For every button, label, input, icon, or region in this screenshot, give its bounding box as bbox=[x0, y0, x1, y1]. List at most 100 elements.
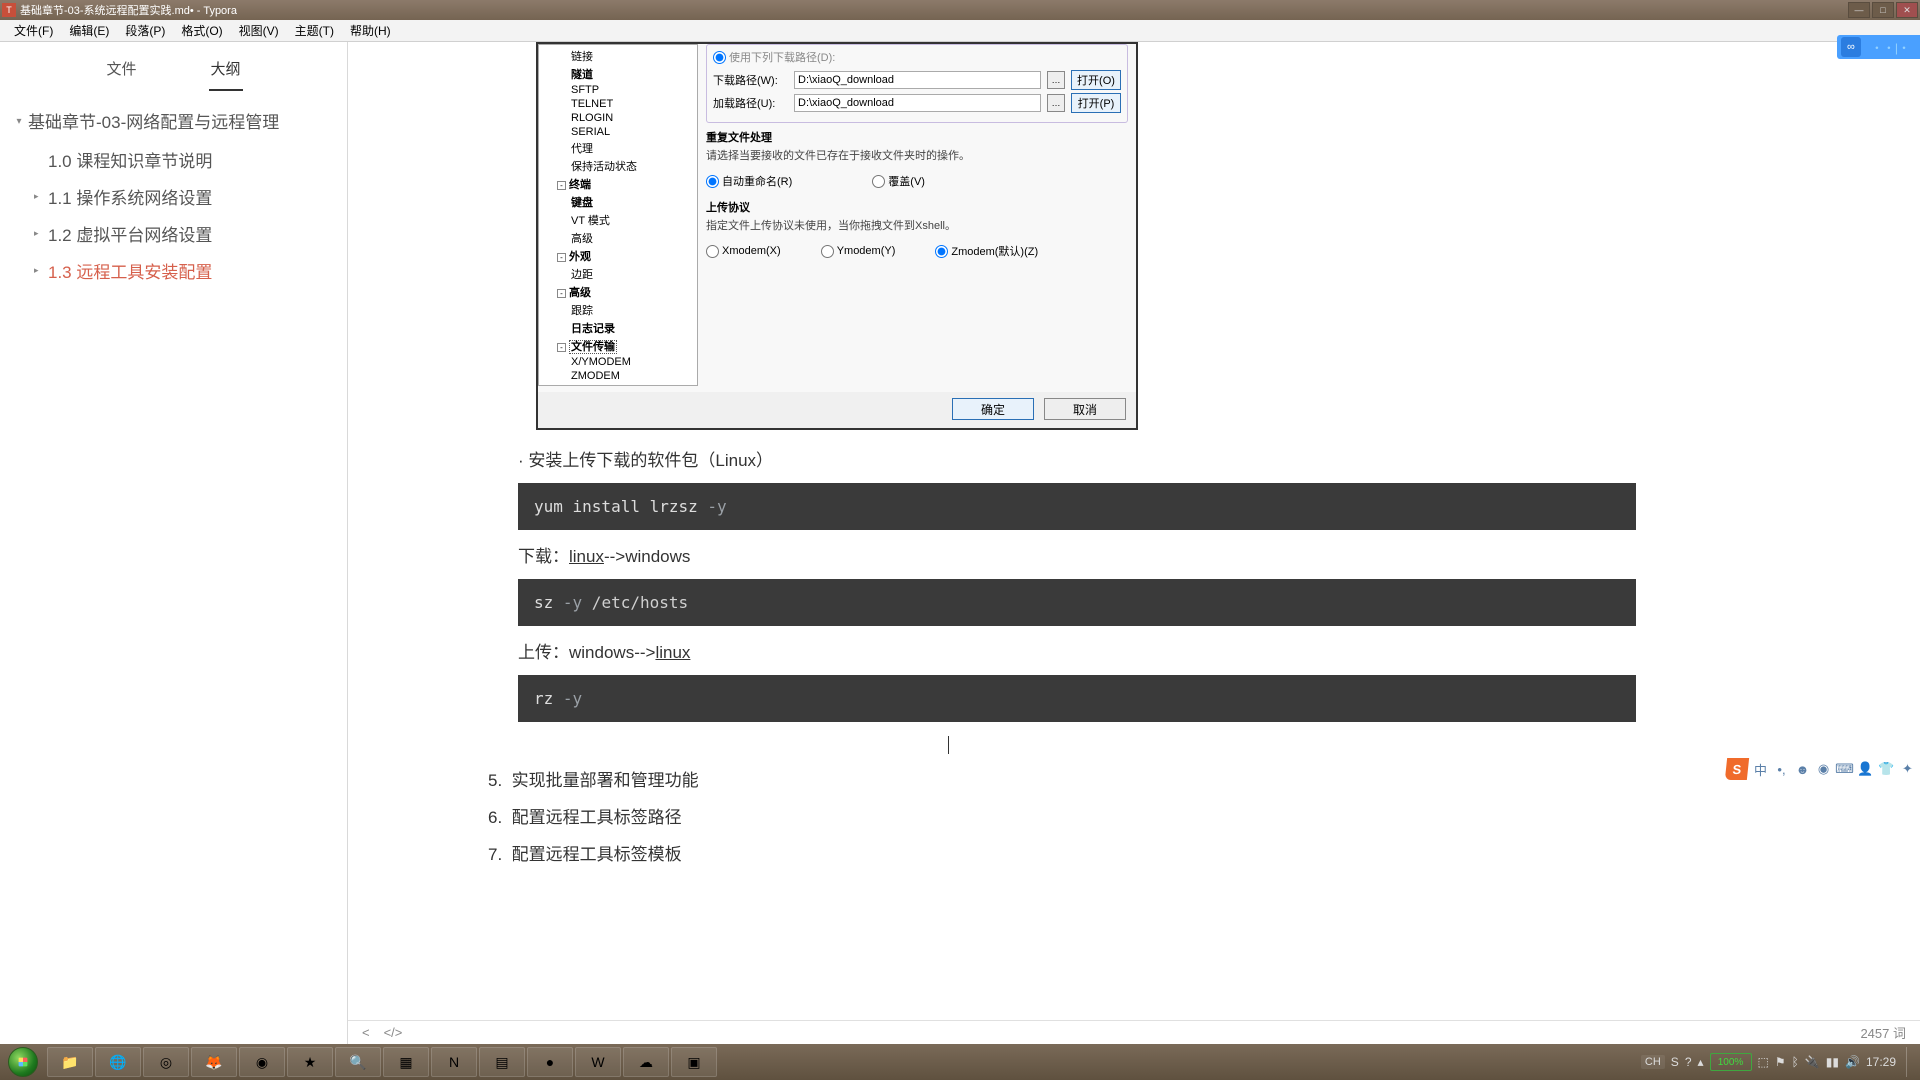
collapse-icon[interactable]: - bbox=[557, 289, 566, 298]
menu-help[interactable]: 帮助(H) bbox=[342, 20, 399, 41]
tree-node[interactable]: RLOGIN bbox=[539, 111, 697, 125]
sogou-logo-icon[interactable]: S bbox=[1725, 758, 1749, 780]
collapse-icon[interactable]: - bbox=[557, 181, 566, 190]
tray-battery[interactable]: 100% bbox=[1710, 1053, 1752, 1071]
ime-skin-icon[interactable]: 👕 bbox=[1878, 761, 1895, 778]
tray-power-icon[interactable]: 🔌 bbox=[1805, 1055, 1820, 1069]
tray-sogou-icon[interactable]: S bbox=[1671, 1055, 1679, 1069]
tree-node[interactable]: ZMODEM bbox=[539, 369, 697, 383]
taskbar-app3[interactable]: ▤ bbox=[479, 1047, 525, 1077]
tray-lang[interactable]: CH bbox=[1641, 1055, 1665, 1069]
radio-xmodem[interactable]: Xmodem(X) bbox=[706, 243, 781, 259]
ime-tool-icon[interactable]: ✦ bbox=[1899, 761, 1916, 778]
tray-volume-icon[interactable]: 🔊 bbox=[1845, 1055, 1860, 1069]
taskbar-app5[interactable]: ▣ bbox=[671, 1047, 717, 1077]
word-count[interactable]: 2457 词 bbox=[1860, 1023, 1906, 1042]
menu-theme[interactable]: 主题(T) bbox=[287, 20, 342, 41]
taskbar-browser[interactable]: ◎ bbox=[143, 1047, 189, 1077]
radio-ymodem[interactable]: Ymodem(Y) bbox=[821, 243, 896, 259]
close-button[interactable]: ✕ bbox=[1896, 2, 1918, 18]
tree-node[interactable]: 高级 bbox=[539, 229, 697, 247]
tree-node[interactable]: 隧道 bbox=[539, 65, 697, 83]
open-upload-button[interactable]: 打开(P) bbox=[1071, 93, 1121, 113]
radio-auto-rename[interactable]: 自动重命名(R) bbox=[706, 173, 792, 189]
nav-back-button[interactable]: < bbox=[362, 1025, 370, 1040]
radio-zmodem[interactable]: Zmodem(默认)(Z) bbox=[935, 243, 1038, 259]
tree-node[interactable]: 日志记录 bbox=[539, 319, 697, 337]
tab-file[interactable]: 文件 bbox=[104, 54, 138, 91]
menu-view[interactable]: 视图(V) bbox=[231, 20, 287, 41]
outline-item-1-0[interactable]: 1.0 课程知识章节说明 bbox=[10, 141, 337, 178]
taskbar-onenote[interactable]: N bbox=[431, 1047, 477, 1077]
tree-node[interactable]: SERIAL bbox=[539, 125, 697, 139]
outline-item-1-2[interactable]: ▸ 1.2 虚拟平台网络设置 bbox=[10, 215, 337, 252]
ok-button[interactable]: 确定 bbox=[952, 398, 1034, 420]
tray-bluetooth-icon[interactable]: ᛒ bbox=[1792, 1055, 1799, 1069]
show-desktop-button[interactable] bbox=[1906, 1047, 1916, 1077]
outline-root[interactable]: ▾ 基础章节-03-网络配置与远程管理 bbox=[10, 105, 337, 141]
tree-node[interactable]: 键盘 bbox=[539, 193, 697, 211]
tray-network-icon[interactable]: ⬚ bbox=[1758, 1055, 1769, 1069]
source-code-toggle[interactable]: </> bbox=[384, 1025, 403, 1040]
menu-format[interactable]: 格式(O) bbox=[173, 20, 230, 41]
tree-node[interactable]: 保持活动状态 bbox=[539, 157, 697, 175]
tree-group-terminal[interactable]: -终端 bbox=[539, 175, 697, 193]
browse-upload-button[interactable]: … bbox=[1047, 94, 1065, 112]
taskbar-everything[interactable]: 🔍 bbox=[335, 1047, 381, 1077]
maximize-button[interactable]: □ bbox=[1872, 2, 1894, 18]
download-path-input[interactable] bbox=[794, 71, 1041, 89]
tab-outline[interactable]: 大纲 bbox=[209, 54, 243, 91]
tree-node[interactable]: 边距 bbox=[539, 265, 697, 283]
cancel-button[interactable]: 取消 bbox=[1044, 398, 1126, 420]
outline-item-1-1[interactable]: ▸ 1.1 操作系统网络设置 bbox=[10, 178, 337, 215]
tree-node[interactable]: 代理 bbox=[539, 139, 697, 157]
tree-node[interactable]: SFTP bbox=[539, 83, 697, 97]
collapse-icon[interactable]: - bbox=[557, 253, 566, 262]
taskbar-ie[interactable]: 🌐 bbox=[95, 1047, 141, 1077]
taskbar-app4[interactable]: ● bbox=[527, 1047, 573, 1077]
tree-node[interactable]: 链接 bbox=[539, 47, 697, 65]
taskbar-app1[interactable]: ★ bbox=[287, 1047, 333, 1077]
collapse-icon[interactable]: - bbox=[557, 343, 566, 352]
ime-keyboard-icon[interactable]: ⌨ bbox=[1836, 761, 1853, 778]
tray-help-icon[interactable]: ? bbox=[1685, 1055, 1692, 1069]
tray-flag-icon[interactable]: ⚑ bbox=[1775, 1055, 1786, 1069]
tree-group-advanced[interactable]: -高级 bbox=[539, 283, 697, 301]
radio-overwrite[interactable]: 覆盖(V) bbox=[872, 173, 925, 189]
ime-punct-icon[interactable]: •, bbox=[1773, 761, 1790, 778]
ime-mic-icon[interactable]: ◉ bbox=[1815, 761, 1832, 778]
tray-time[interactable]: 17:29 bbox=[1866, 1055, 1896, 1069]
taskbar-cloud[interactable]: ☁ bbox=[623, 1047, 669, 1077]
editor-content[interactable]: 链接 隧道 SFTP TELNET RLOGIN SERIAL 代理 保持活动状… bbox=[348, 42, 1920, 1044]
menu-paragraph[interactable]: 段落(P) bbox=[117, 20, 173, 41]
taskbar-app2[interactable]: ▦ bbox=[383, 1047, 429, 1077]
tree-node[interactable]: 跟踪 bbox=[539, 301, 697, 319]
ime-lang-icon[interactable]: 中 bbox=[1752, 761, 1769, 778]
menu-file[interactable]: 文件(F) bbox=[6, 20, 61, 41]
ime-user-icon[interactable]: 👤 bbox=[1857, 761, 1874, 778]
menu-edit[interactable]: 编辑(E) bbox=[61, 20, 117, 41]
start-button[interactable] bbox=[0, 1044, 46, 1080]
minimize-button[interactable]: — bbox=[1848, 2, 1870, 18]
open-download-button[interactable]: 打开(O) bbox=[1071, 70, 1121, 90]
tree-group-appearance[interactable]: -外观 bbox=[539, 247, 697, 265]
taskbar-word[interactable]: W bbox=[575, 1047, 621, 1077]
outline-item-1-3[interactable]: ▸ 1.3 远程工具安装配置 bbox=[10, 252, 337, 289]
sidebar: 文件 大纲 ▾ 基础章节-03-网络配置与远程管理 1.0 课程知识章节说明 ▸… bbox=[0, 42, 348, 1044]
tree-node[interactable]: X/YMODEM bbox=[539, 355, 697, 369]
tree-node-file-transfer[interactable]: -文件传输 bbox=[539, 337, 697, 355]
tray-chevron-up-icon[interactable]: ▴ bbox=[1698, 1055, 1704, 1069]
ime-emoji-icon[interactable]: ☻ bbox=[1794, 761, 1811, 778]
options-tree[interactable]: 链接 隧道 SFTP TELNET RLOGIN SERIAL 代理 保持活动状… bbox=[538, 44, 698, 386]
taskbar-chrome[interactable]: ◉ bbox=[239, 1047, 285, 1077]
upload-path-input[interactable] bbox=[794, 94, 1041, 112]
use-path-radio[interactable] bbox=[713, 51, 726, 64]
tray-wifi-icon[interactable]: ▮▮ bbox=[1826, 1055, 1839, 1069]
taskbar-firefox[interactable]: 🦊 bbox=[191, 1047, 237, 1077]
tree-node[interactable]: TELNET bbox=[539, 97, 697, 111]
cursor-line[interactable] bbox=[518, 734, 1880, 754]
browse-download-button[interactable]: … bbox=[1047, 71, 1065, 89]
ime-toolbar[interactable]: S 中 •, ☻ ◉ ⌨ 👤 👕 ✦ bbox=[1722, 755, 1920, 783]
tree-node[interactable]: VT 模式 bbox=[539, 211, 697, 229]
taskbar-explorer[interactable]: 📁 bbox=[47, 1047, 93, 1077]
